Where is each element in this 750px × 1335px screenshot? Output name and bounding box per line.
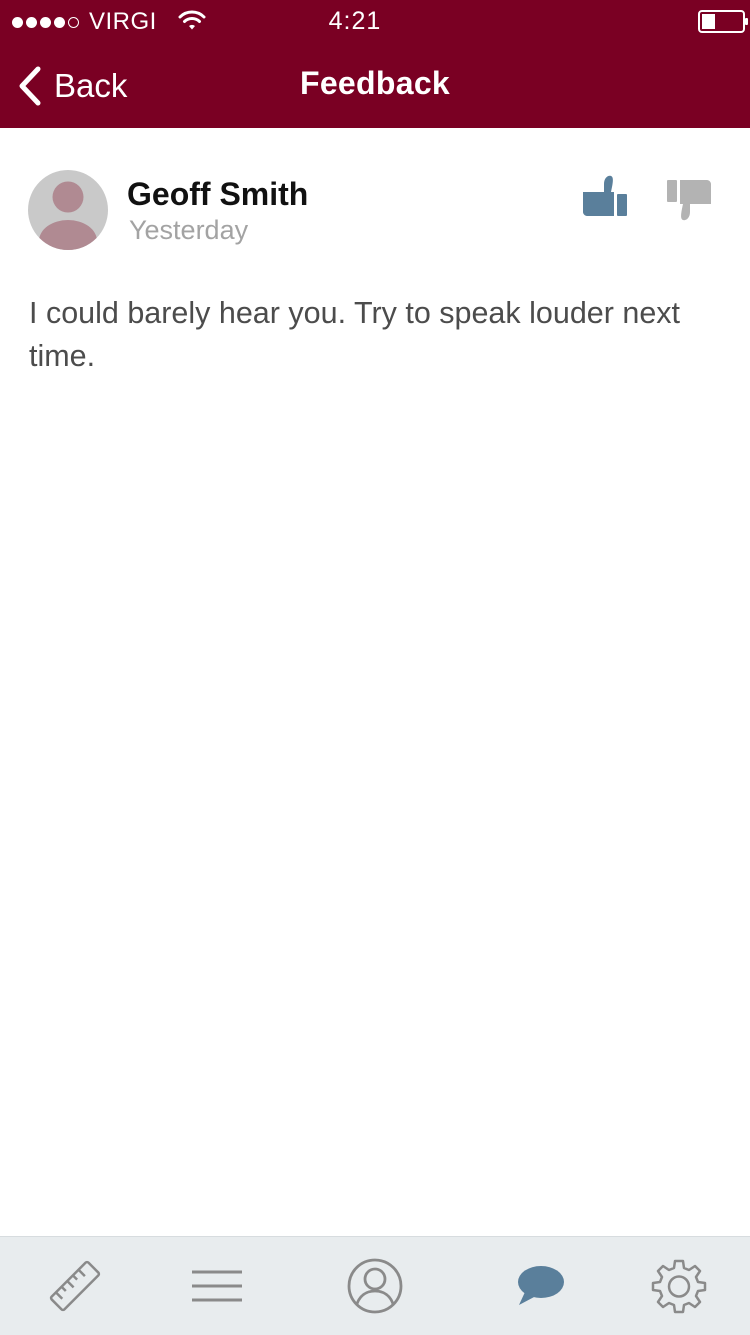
avatar [28, 170, 108, 250]
feedback-text: I could barely hear you. Try to speak lo… [29, 296, 681, 373]
tab-profile[interactable] [300, 1237, 450, 1335]
tab-menu[interactable] [142, 1237, 292, 1335]
gear-icon [651, 1259, 707, 1314]
thumbs-down-icon[interactable] [664, 178, 714, 222]
tab-settings[interactable] [604, 1237, 750, 1335]
post-time: Yesterday [129, 215, 249, 245]
profile-icon [347, 1258, 403, 1314]
thumbs-up-icon[interactable] [580, 174, 630, 218]
status-time: 4:21 [328, 7, 382, 35]
ruler-icon [49, 1260, 101, 1312]
battery-icon [698, 10, 748, 33]
nav-bar: Back Feedback [0, 44, 750, 128]
tab-bar [0, 1236, 750, 1335]
author-name: Geoff Smith [127, 176, 309, 212]
page-title: Feedback [299, 65, 451, 101]
status-bar: VIRGI 4:21 [0, 0, 750, 44]
tab-feedback[interactable] [466, 1237, 616, 1335]
tab-measure[interactable] [0, 1237, 150, 1335]
header: VIRGI 4:21 Back Feedback [0, 0, 750, 128]
menu-icon [192, 1270, 242, 1302]
chat-bubble-icon [518, 1266, 564, 1305]
